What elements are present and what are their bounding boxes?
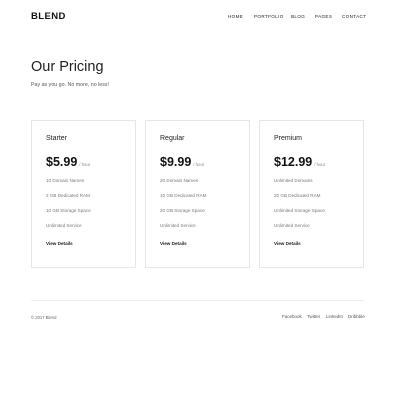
pricing-card-regular: Regular $9.99/ hour 20 Domain Names 10 G… [145,120,250,268]
plan-name: Regular [160,135,185,142]
footer-divider [31,300,364,301]
price-row: $9.99/ hour [160,153,204,171]
copyright-text: © 2017 Blend [31,315,57,320]
plan-feature: Unlimited Storage Space [274,208,325,213]
plan-feature: 20 GB Storage Space [160,208,205,213]
plan-feature: 10 Domain Names [46,178,85,183]
plan-feature: Unlimited Service [160,223,196,228]
nav-item-portfolio[interactable]: PORTFOLIO [254,14,284,19]
site-header: BLEND HOME PORTFOLIO BLOG PAGES CONTACT [0,0,400,34]
footer-link-facebook[interactable]: Facebook [282,314,302,319]
footer-link-linkedin[interactable]: LinkedIn [326,314,343,319]
plan-feature: 10 GB Dedicated RAM [160,193,207,198]
plan-feature: 2 GB Dedicated RAM [46,193,90,198]
main-nav: HOME PORTFOLIO BLOG PAGES CONTACT [0,14,400,22]
plan-feature: Unlimited Domains [274,178,313,183]
plan-price: $5.99 [46,155,78,169]
price-row: $12.99/ hour [274,153,325,171]
plan-feature: 10 GB Storage Space [46,208,91,213]
nav-item-home[interactable]: HOME [228,14,243,19]
pricing-card-starter: Starter $5.99/ hour 10 Domain Names 2 GB… [31,120,136,268]
page-subtitle: Pay as you go. No more, no less! [31,82,110,88]
footer-link-twitter[interactable]: Twitter [307,314,320,319]
nav-item-blog[interactable]: BLOG [291,14,305,19]
plan-name: Starter [46,135,68,142]
plan-feature: Unlimited Service [274,223,310,228]
view-details-link[interactable]: View Details [46,241,73,246]
plan-feature: Unlimited Service [46,223,82,228]
plan-period: / hour [314,162,326,167]
page-title: Our Pricing [31,59,104,75]
footer-link-dribbble[interactable]: Dribbble [348,314,365,319]
pricing-card-premium: Premium $12.99/ hour Unlimited Domains 2… [259,120,364,268]
view-details-link[interactable]: View Details [274,241,301,246]
plan-feature: 20 Domain Names [160,178,199,183]
plan-price: $12.99 [274,155,313,169]
plan-period: / hour [79,162,91,167]
view-details-link[interactable]: View Details [160,241,187,246]
price-row: $5.99/ hour [46,153,90,171]
nav-item-contact[interactable]: CONTACT [342,14,366,19]
plan-feature: 20 GB Dedicated RAM [274,193,321,198]
plan-price: $9.99 [160,155,192,169]
plan-name: Premium [274,135,303,142]
nav-item-pages[interactable]: PAGES [315,14,332,19]
plan-period: / hour [193,162,205,167]
